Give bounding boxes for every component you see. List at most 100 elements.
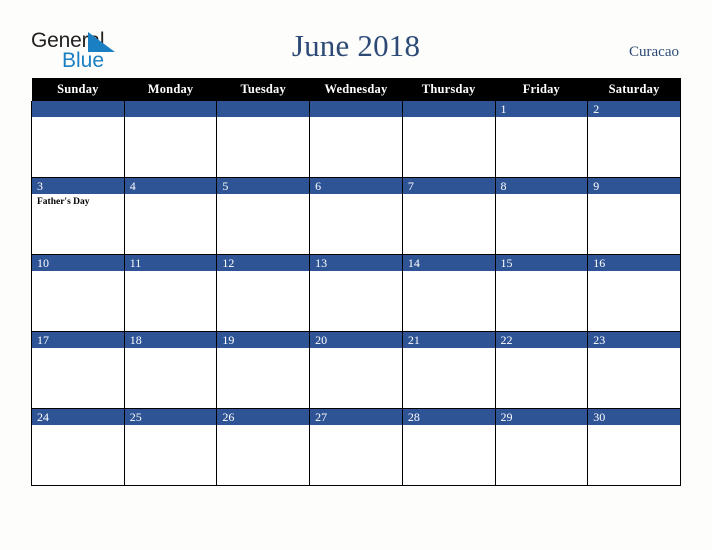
calendar-day-cell[interactable]: 1 [494,101,589,178]
calendar-week-row: 3 Father's Day 4 5 6 7 8 9 [31,177,681,255]
calendar-day-cell[interactable]: 6 [309,177,403,255]
calendar-day-cell[interactable]: 21 [401,331,496,409]
day-cell-content: 26 [217,409,310,485]
day-events [310,348,402,350]
calendar-day-cell[interactable]: 29 [494,408,589,486]
calendar-day-cell[interactable]: 5 [216,177,311,255]
day-cell-content: 12 [217,255,310,331]
day-cell-content: 2 [588,101,680,177]
day-events [310,271,402,273]
day-number: 14 [402,255,495,271]
day-events [588,425,680,427]
calendar-day-cell[interactable]: 28 [401,408,496,486]
day-number: 15 [495,255,588,271]
calendar-day-cell[interactable] [123,101,218,178]
day-events [125,348,217,350]
weekday-header-tuesday: Tuesday [216,78,310,101]
page-header: General Blue June 2018 Curacao [0,0,712,78]
day-events [588,271,680,273]
day-events [217,271,309,273]
calendar-day-cell[interactable]: 4 [123,177,218,255]
day-cell-content [310,101,402,177]
day-number: 12 [217,255,310,271]
locale-label: Curacao [629,44,679,60]
day-cell-content: 15 [495,255,588,331]
day-cell-content [124,101,217,177]
day-cell-content: 3 Father's Day [32,178,124,254]
calendar-day-cell[interactable]: 10 [31,254,125,332]
day-number: 9 [588,178,680,194]
day-number: 10 [32,255,124,271]
day-events [32,425,124,427]
weekday-header-row: Sunday Monday Tuesday Wednesday Thursday… [31,78,681,101]
day-events [403,271,495,273]
day-cell-content: 16 [588,255,680,331]
day-number: 27 [310,409,402,425]
day-cell-content: 30 [588,409,680,485]
calendar-week-row: 10 11 12 13 14 15 16 [31,254,681,332]
day-number: 23 [588,332,680,348]
day-number: 21 [402,332,495,348]
weekday-header-sunday: Sunday [31,78,125,101]
calendar-day-cell[interactable]: 25 [123,408,218,486]
day-number: 22 [495,332,588,348]
calendar-day-cell[interactable]: 18 [123,331,218,409]
calendar-day-cell[interactable] [216,101,311,178]
day-cell-content: 29 [495,409,588,485]
day-events [403,117,495,119]
calendar-day-cell[interactable]: 3 Father's Day [31,177,125,255]
weekday-header-monday: Monday [124,78,217,101]
calendar-day-cell[interactable]: 13 [309,254,403,332]
calendar-day-cell[interactable]: 9 [587,177,681,255]
day-number: 8 [495,178,588,194]
day-cell-content: 22 [495,332,588,408]
calendar-day-cell[interactable]: 19 [216,331,311,409]
calendar-day-cell[interactable]: 7 [401,177,496,255]
calendar-day-cell[interactable]: 14 [401,254,496,332]
day-cell-content: 17 [32,332,124,408]
calendar-day-cell[interactable] [31,101,125,178]
day-events [496,425,588,427]
day-events [496,117,588,119]
day-cell-content [402,101,495,177]
day-number: 16 [588,255,680,271]
calendar-day-cell[interactable]: 8 [494,177,589,255]
day-cell-content [217,101,310,177]
calendar-day-cell[interactable] [401,101,496,178]
day-number: 6 [310,178,402,194]
day-events [217,117,309,119]
day-number: 2 [588,101,680,117]
day-events [496,348,588,350]
calendar-day-cell[interactable]: 22 [494,331,589,409]
calendar-day-cell[interactable]: 26 [216,408,311,486]
day-number [402,101,495,117]
day-cell-content: 13 [310,255,402,331]
calendar-day-cell[interactable]: 2 [587,101,681,178]
day-cell-content: 5 [217,178,310,254]
calendar-day-cell[interactable]: 23 [587,331,681,409]
day-number [217,101,310,117]
day-events [403,348,495,350]
day-events [403,194,495,196]
day-number: 25 [124,409,217,425]
calendar-day-cell[interactable]: 30 [587,408,681,486]
calendar-day-cell[interactable]: 16 [587,254,681,332]
calendar-day-cell[interactable]: 12 [216,254,311,332]
calendar-day-cell[interactable] [309,101,403,178]
day-cell-content: 1 [495,101,588,177]
calendar-week-row: 17 18 19 20 21 22 23 [31,331,681,409]
day-events [217,348,309,350]
day-events [403,425,495,427]
day-events [496,271,588,273]
day-cell-content: 11 [124,255,217,331]
calendar-day-cell[interactable]: 27 [309,408,403,486]
weekday-header-saturday: Saturday [587,78,681,101]
day-cell-content: 23 [588,332,680,408]
calendar-day-cell[interactable]: 24 [31,408,125,486]
calendar-day-cell[interactable]: 11 [123,254,218,332]
calendar-day-cell[interactable]: 17 [31,331,125,409]
day-events [217,194,309,196]
calendar-day-cell[interactable]: 20 [309,331,403,409]
day-number: 26 [217,409,310,425]
calendar-day-cell[interactable]: 15 [494,254,589,332]
